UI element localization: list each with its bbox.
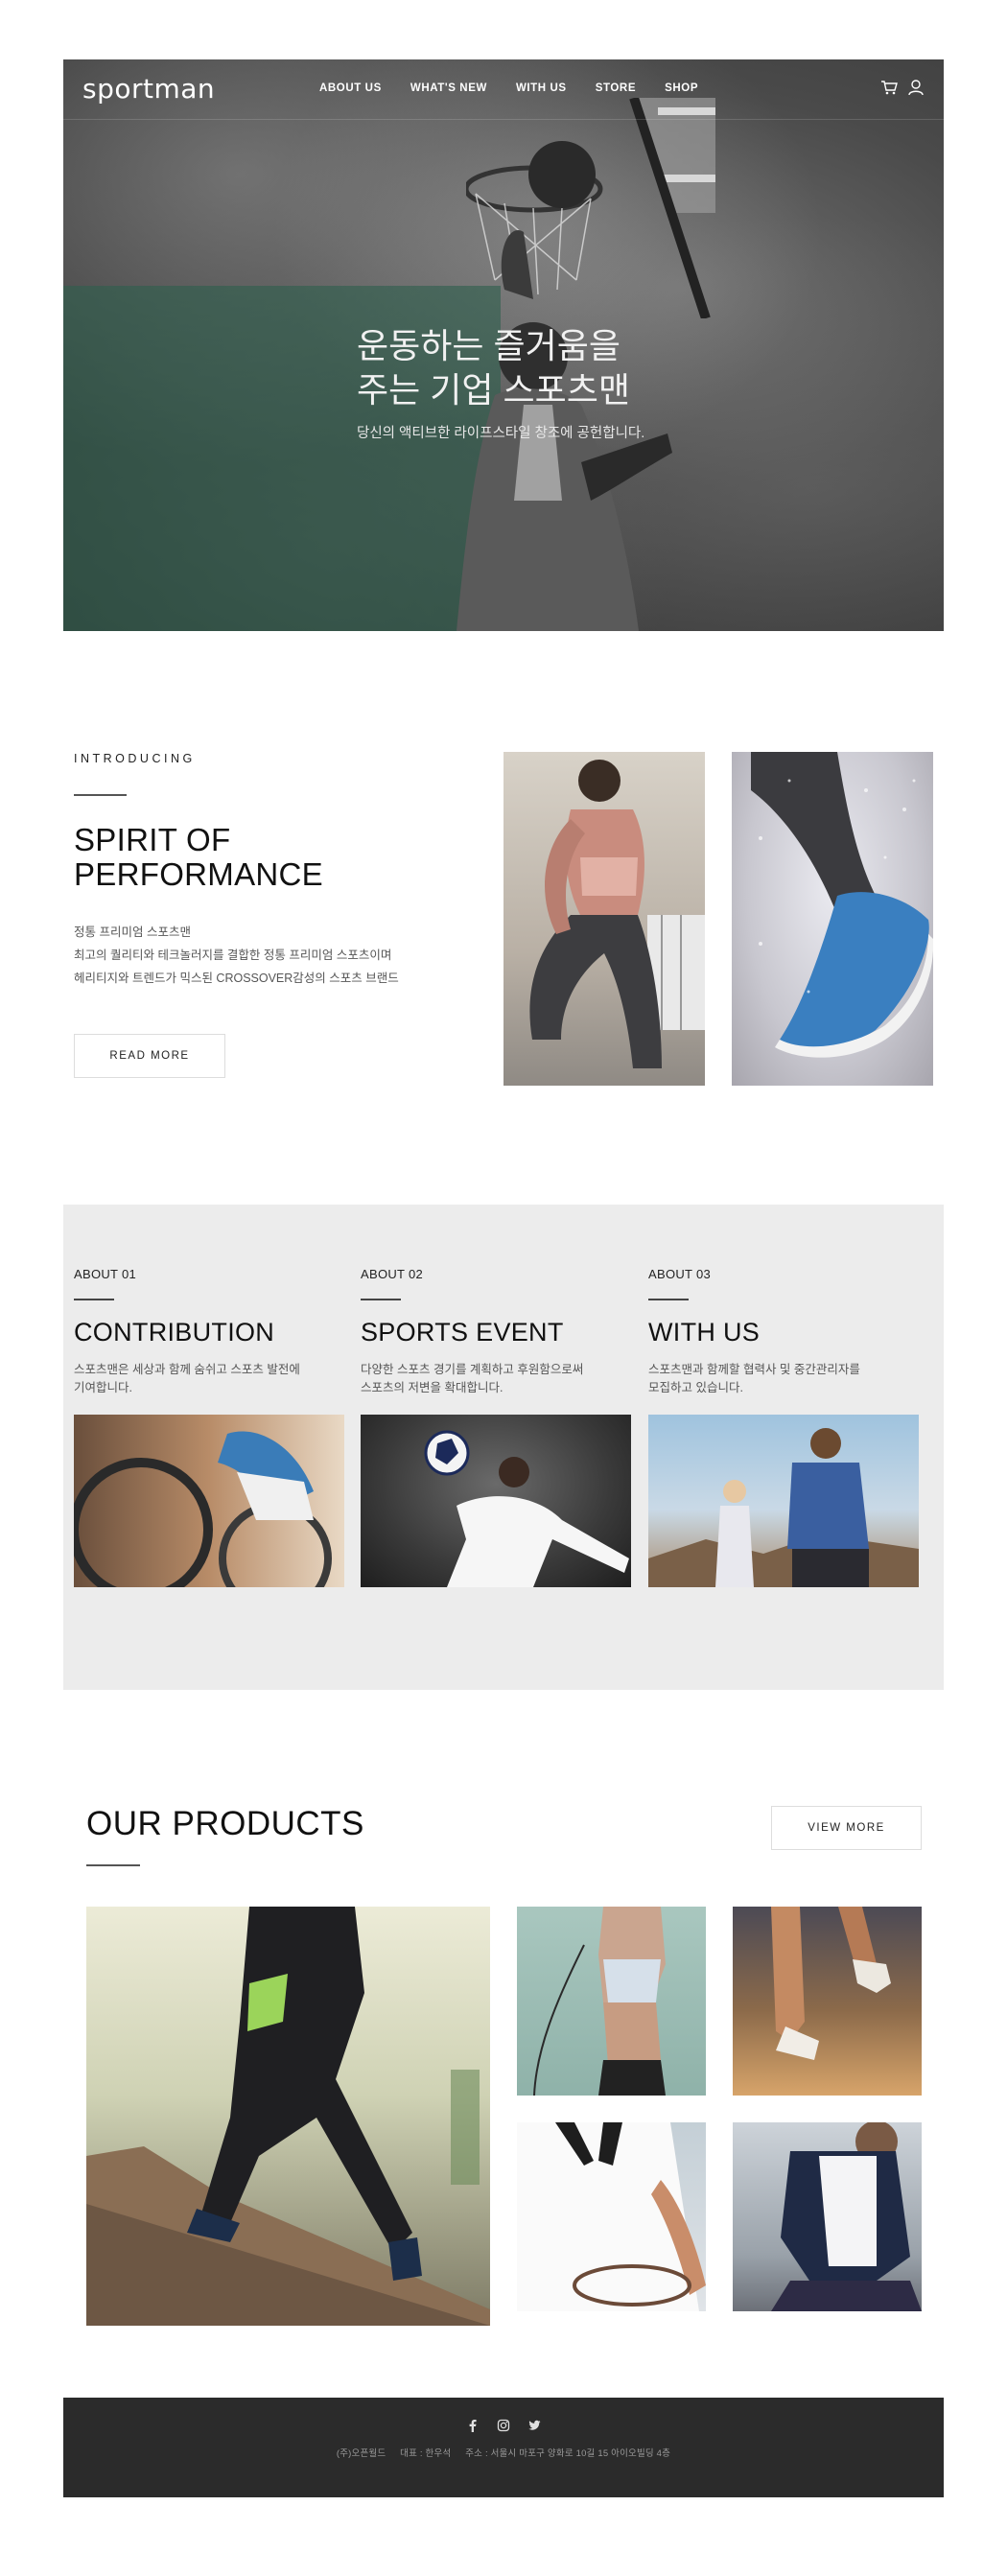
- nav-icon-group: [880, 79, 925, 96]
- intro-title-line-2: PERFORMANCE: [74, 856, 323, 892]
- about-desc-line-2: 스포츠의 저변을 확대합니다.: [361, 1381, 504, 1394]
- about-desc-line-2: 기여합니다.: [74, 1381, 132, 1394]
- hero-subtitle: 당신의 액티브한 라이프스타일 창조에 공헌합니다.: [357, 426, 645, 441]
- intro-divider: [74, 794, 127, 796]
- nav-item-whats-new[interactable]: WHAT'S NEW: [410, 82, 487, 94]
- about-card-contribution: ABOUT 01 CONTRIBUTION 스포츠맨은 세상과 함께 숨쉬고 스…: [74, 1267, 344, 1587]
- view-more-button[interactable]: VIEW MORE: [771, 1806, 922, 1850]
- about-card-sports-event: ABOUT 02 SPORTS EVENT 다양한 스포츠 경기를 계획하고 후…: [361, 1267, 631, 1587]
- intro-desc-line-3: 헤리티지와 트렌드가 믹스된 CROSSOVER감성의 스포츠 브랜드: [74, 972, 399, 985]
- intro-section: INTRODUCING SPIRIT OF PERFORMANCE 정통 프리미…: [74, 752, 477, 1078]
- twitter-icon[interactable]: [527, 2419, 541, 2432]
- about-label: ABOUT 01: [74, 1267, 137, 1281]
- instagram-icon[interactable]: [497, 2419, 510, 2432]
- footer-company: (주)오픈월드: [336, 2448, 386, 2459]
- about-divider: [361, 1299, 401, 1300]
- hero-title-line-1: 운동하는 즐거움을: [357, 326, 621, 365]
- nav-item-store[interactable]: STORE: [596, 82, 636, 94]
- footer-info: (주)오픈월드 대표 : 한우석 주소 : 서울시 마포구 양화로 10길 15…: [63, 2446, 944, 2459]
- nav-item-shop[interactable]: SHOP: [665, 82, 698, 94]
- facebook-icon[interactable]: [466, 2419, 480, 2432]
- about-label: ABOUT 02: [361, 1267, 424, 1281]
- intro-description: 정통 프리미엄 스포츠맨 최고의 퀄리티와 테크놀러지를 결합한 정통 프리미엄…: [74, 921, 477, 990]
- about-desc-line-1: 스포츠맨과 함께할 협력사 및 중간관리자를: [648, 1363, 860, 1376]
- nav-divider: [63, 119, 944, 120]
- footer-address: 주소 : 서울시 마포구 양화로 10길 15 아이오빌딩 4층: [465, 2448, 671, 2459]
- soccer-player-image[interactable]: [361, 1415, 631, 1587]
- about-section: ABOUT 01 CONTRIBUTION 스포츠맨은 세상과 함께 숨쉬고 스…: [63, 1205, 944, 1690]
- intro-photo-running-shoe: [732, 752, 933, 1086]
- user-icon[interactable]: [907, 79, 925, 96]
- cart-icon[interactable]: [880, 79, 898, 96]
- about-title[interactable]: WITH US: [648, 1318, 919, 1347]
- hero-text-block: 운동하는 즐거움을 주는 기업 스포츠맨 당신의 액티브한 라이프스타일 창조에…: [357, 324, 644, 442]
- footer-ceo: 대표 : 한우석: [400, 2448, 452, 2459]
- product-image-running-legs[interactable]: [733, 1907, 922, 2096]
- about-divider: [74, 1299, 114, 1300]
- about-desc-line-1: 스포츠맨은 세상과 함께 숨쉬고 스포츠 발전에: [74, 1363, 300, 1376]
- hero-banner: sportman ABOUT US WHAT'S NEW WITH US STO…: [63, 59, 944, 631]
- hero-title: 운동하는 즐거움을 주는 기업 스포츠맨: [357, 324, 644, 412]
- about-desc-line-1: 다양한 스포츠 경기를 계획하고 후원함으로써: [361, 1363, 584, 1376]
- about-title[interactable]: SPORTS EVENT: [361, 1318, 631, 1347]
- runners-image[interactable]: [648, 1415, 919, 1587]
- about-label: ABOUT 03: [648, 1267, 712, 1281]
- about-description: 스포츠맨과 함께할 협력사 및 중간관리자를 모집하고 있습니다.: [648, 1361, 919, 1415]
- intro-desc-line-2: 최고의 퀄리티와 테크놀러지를 결합한 정통 프리미엄 스포츠이며: [74, 948, 392, 962]
- social-links: [63, 2419, 944, 2432]
- site-footer: (주)오픈월드 대표 : 한우석 주소 : 서울시 마포구 양화로 10길 15…: [63, 2398, 944, 2497]
- main-menu: ABOUT US WHAT'S NEW WITH US STORE SHOP: [319, 82, 727, 94]
- intro-title: SPIRIT OF PERFORMANCE: [74, 823, 477, 892]
- intro-photo-athlete: [504, 752, 705, 1086]
- nav-item-with-us[interactable]: WITH US: [516, 82, 567, 94]
- products-divider: [86, 1864, 140, 1866]
- about-divider: [648, 1299, 689, 1300]
- cyclist-image[interactable]: [74, 1415, 344, 1587]
- about-card-with-us: ABOUT 03 WITH US 스포츠맨과 함께할 협력사 및 중간관리자를 …: [648, 1267, 919, 1587]
- site-logo[interactable]: sportman: [82, 73, 215, 105]
- product-image-runner-stairs[interactable]: [86, 1907, 490, 2326]
- intro-title-line-1: SPIRIT OF: [74, 822, 231, 857]
- nav-item-about-us[interactable]: ABOUT US: [319, 82, 382, 94]
- intro-desc-line-1: 정통 프리미엄 스포츠맨: [74, 925, 191, 939]
- products-title: OUR PRODUCTS: [86, 1805, 364, 1842]
- about-description: 다양한 스포츠 경기를 계획하고 후원함으로써 스포츠의 저변을 확대합니다.: [361, 1361, 631, 1415]
- hero-title-line-2: 주는 기업 스포츠맨: [357, 370, 630, 410]
- read-more-button[interactable]: READ MORE: [74, 1034, 225, 1078]
- about-title[interactable]: CONTRIBUTION: [74, 1318, 344, 1347]
- about-description: 스포츠맨은 세상과 함께 숨쉬고 스포츠 발전에 기여합니다.: [74, 1361, 344, 1415]
- product-image-jacket[interactable]: [733, 2122, 922, 2311]
- product-image-tennis[interactable]: [517, 2122, 706, 2311]
- intro-eyebrow: INTRODUCING: [74, 752, 196, 765]
- product-image-jump-rope[interactable]: [517, 1907, 706, 2096]
- about-desc-line-2: 모집하고 있습니다.: [648, 1381, 743, 1394]
- top-navigation: sportman ABOUT US WHAT'S NEW WITH US STO…: [63, 59, 944, 119]
